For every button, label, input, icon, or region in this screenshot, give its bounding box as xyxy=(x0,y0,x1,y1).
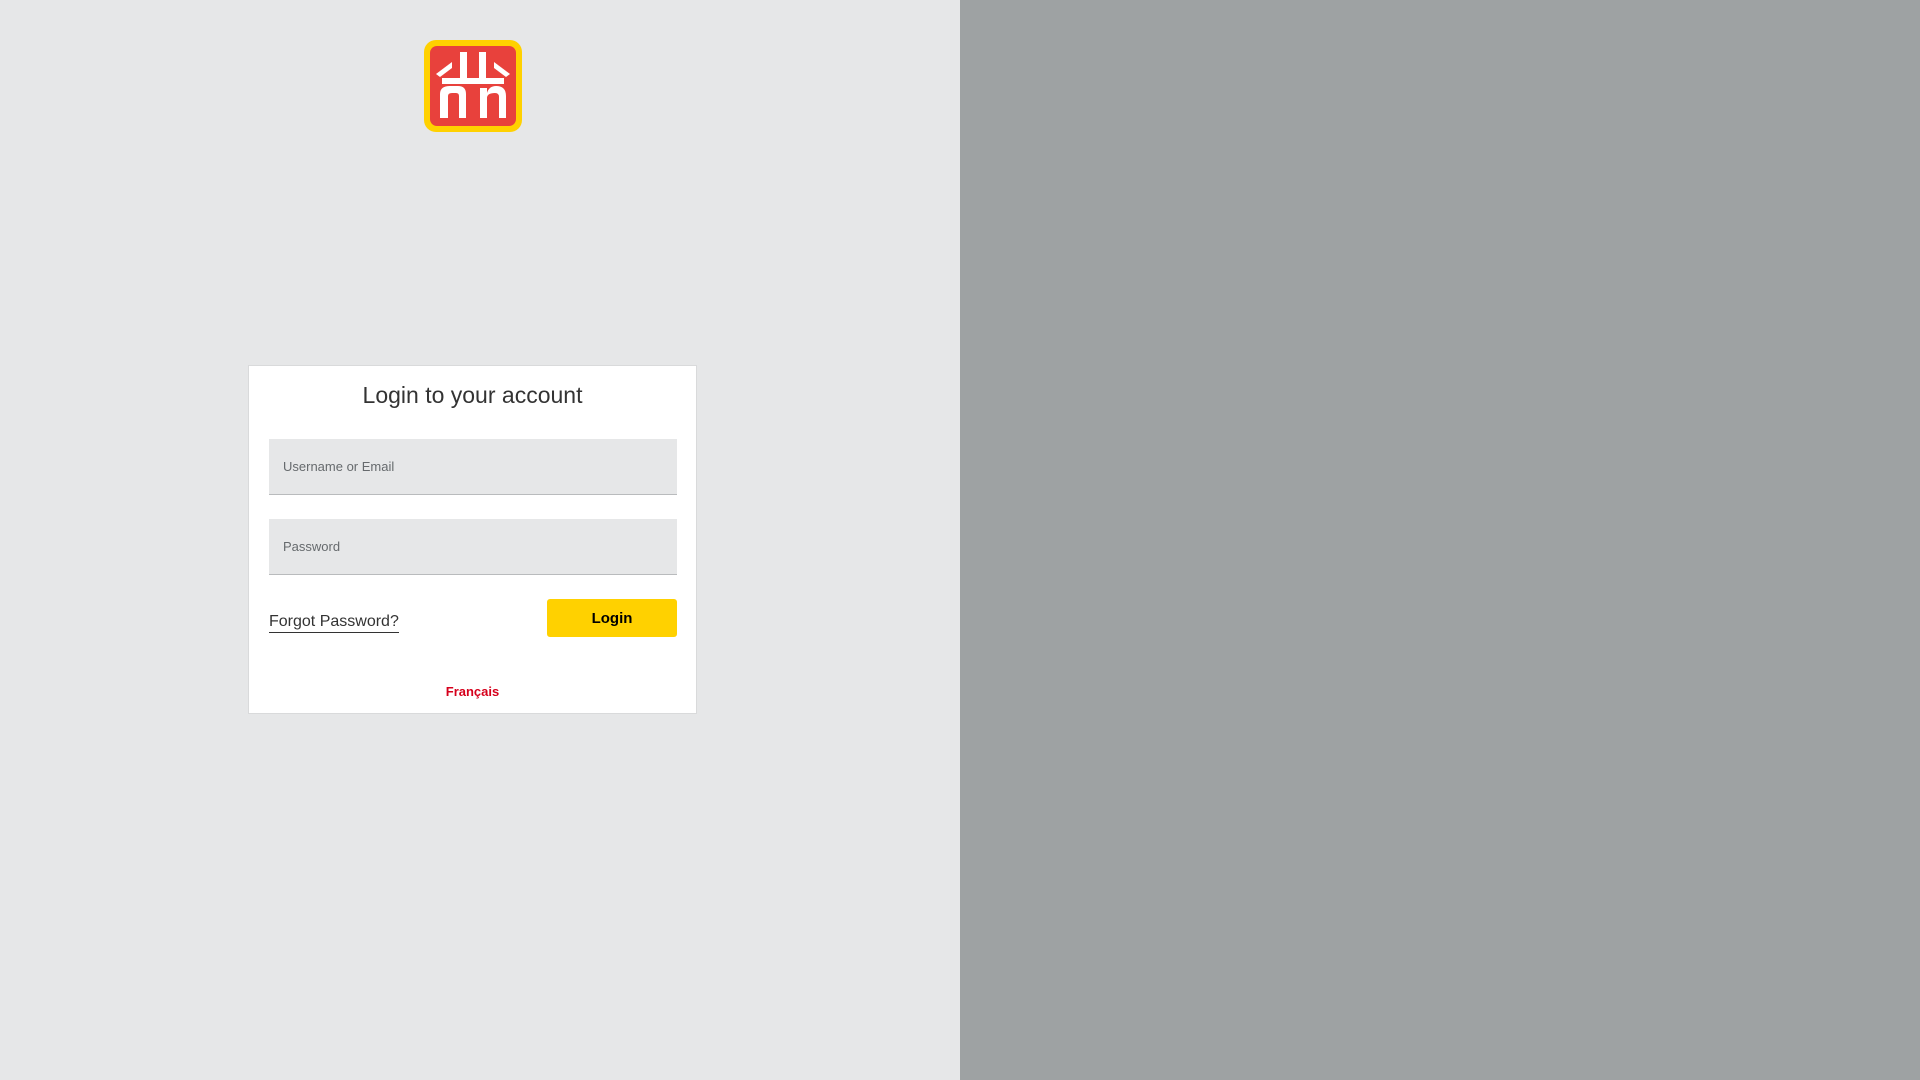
login-page: Login to your account Forgot Password? L… xyxy=(0,0,1920,1080)
login-card: Login to your account Forgot Password? L… xyxy=(248,365,697,714)
left-panel: Login to your account Forgot Password? L… xyxy=(0,0,960,1080)
language-toggle-link[interactable]: Français xyxy=(249,684,696,699)
username-input[interactable] xyxy=(269,439,677,495)
password-input[interactable] xyxy=(269,519,677,575)
home-hardware-logo-icon xyxy=(422,38,524,134)
forgot-password-link[interactable]: Forgot Password? xyxy=(269,613,399,633)
login-title: Login to your account xyxy=(362,382,583,408)
right-panel xyxy=(960,0,1920,1080)
login-button[interactable]: Login xyxy=(547,599,677,637)
